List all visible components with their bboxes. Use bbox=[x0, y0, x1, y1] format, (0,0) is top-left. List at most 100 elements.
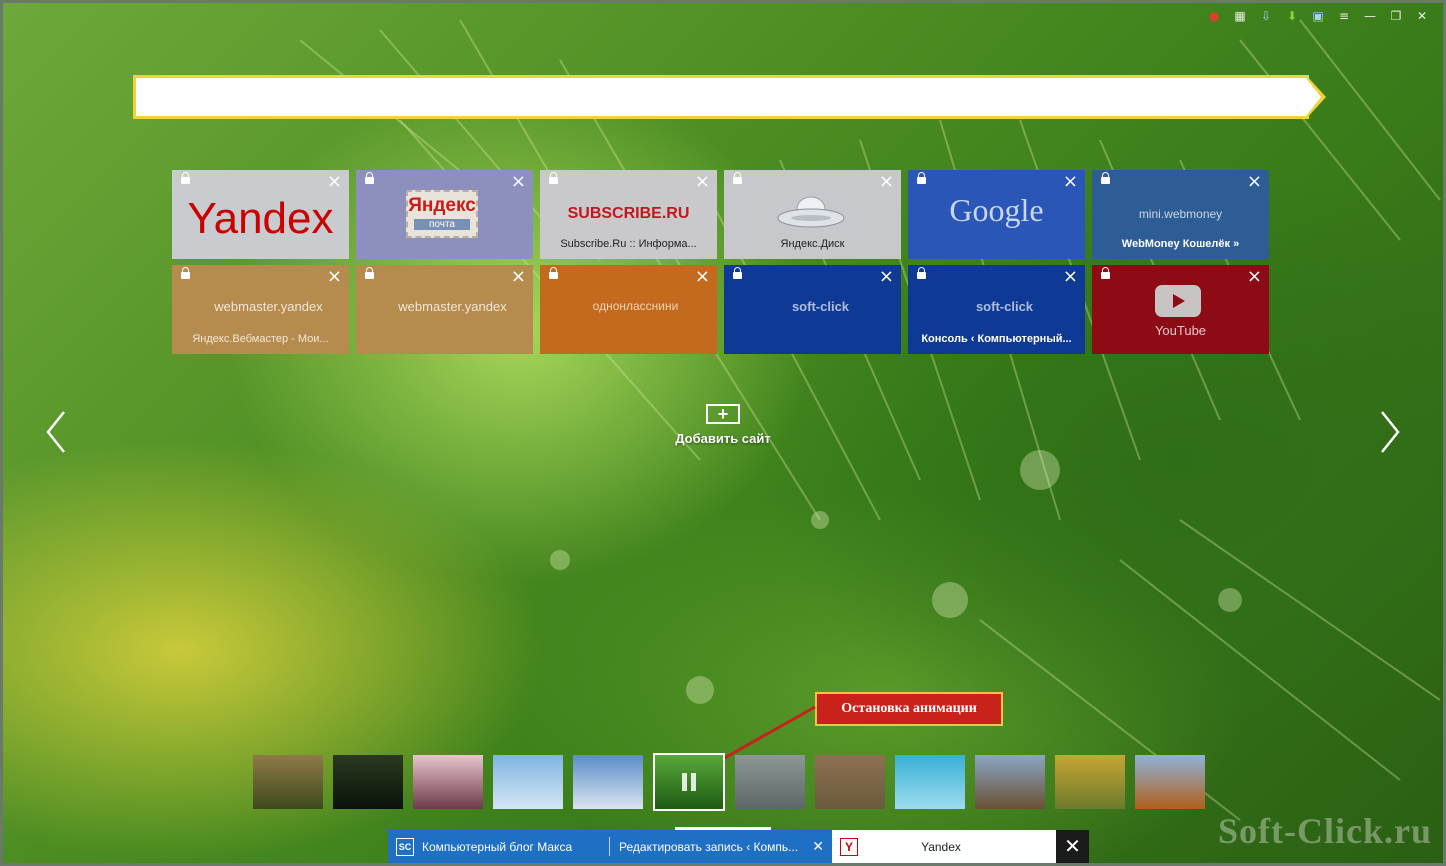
tile-subscribe[interactable]: × SUBSCRIBE.RU Subscribe.Ru :: Информа..… bbox=[540, 170, 717, 259]
restore-icon[interactable]: ❐ bbox=[1388, 8, 1404, 24]
yandex-icon: Y bbox=[840, 837, 858, 856]
lock-icon[interactable] bbox=[1101, 172, 1110, 184]
search-input[interactable] bbox=[136, 78, 1309, 116]
image-icon[interactable]: ▣ bbox=[1310, 8, 1326, 24]
tab-bar: SC Компьютерный блог Макса Редактировать… bbox=[388, 830, 1089, 863]
lock-icon[interactable] bbox=[549, 172, 558, 184]
tile-subtitle: Консоль ‹ Компьютерный... bbox=[921, 333, 1072, 345]
annotation-callout: Остановка анимации bbox=[815, 692, 1003, 726]
tab-edit-post[interactable]: Редактировать запись ‹ Компь... ✕ bbox=[610, 830, 832, 863]
thumbnail-cyan-sea[interactable] bbox=[895, 755, 965, 809]
reader-icon[interactable]: ▦ bbox=[1232, 8, 1248, 24]
search-submit-arrow-inner bbox=[1306, 78, 1321, 116]
tile-subtitle: Яндекс.Диск bbox=[780, 238, 845, 250]
download-arrow-icon[interactable]: ⬇ bbox=[1284, 8, 1300, 24]
tile-youtube[interactable]: × YouTube bbox=[1092, 265, 1269, 354]
tile-title: YouTube bbox=[1154, 323, 1207, 338]
thumbnail-rain-glass[interactable] bbox=[735, 755, 805, 809]
tile-title: webmaster.yandex bbox=[214, 299, 323, 314]
tile-odnoklassniki[interactable]: × однонласснини bbox=[540, 265, 717, 354]
search-bar bbox=[133, 75, 1309, 119]
tile-title: soft-click bbox=[975, 299, 1034, 314]
close-icon[interactable]: × bbox=[511, 173, 526, 191]
tile-title: Яндекс bbox=[408, 195, 476, 216]
lock-icon[interactable] bbox=[365, 172, 374, 184]
soft-click-icon: SC bbox=[396, 837, 414, 856]
close-icon[interactable]: × bbox=[1063, 268, 1078, 286]
lock-icon[interactable] bbox=[1101, 267, 1110, 279]
tab-yandex[interactable]: Y Yandex bbox=[832, 830, 1056, 863]
thumbnail-blue-sky[interactable] bbox=[493, 755, 563, 809]
close-icon[interactable]: × bbox=[327, 268, 342, 286]
tile-subtitle: WebMoney Кошелёк » bbox=[1121, 238, 1240, 250]
lock-icon[interactable] bbox=[365, 267, 374, 279]
close-icon[interactable]: × bbox=[327, 173, 342, 191]
close-all-tabs-button[interactable]: ✕ bbox=[1056, 830, 1089, 863]
tab-label: Компьютерный блог Макса bbox=[422, 839, 573, 854]
tile-title: однонласснини bbox=[592, 299, 679, 313]
lock-icon[interactable] bbox=[733, 172, 742, 184]
tile-title: soft-click bbox=[791, 299, 850, 314]
lock-icon[interactable] bbox=[917, 267, 926, 279]
tile-google[interactable]: × Google bbox=[908, 170, 1085, 259]
tile-webmaster-1[interactable]: × webmaster.yandex Яндекс.Вебмастер - Мо… bbox=[172, 265, 349, 354]
tile-webmoney[interactable]: × mini.webmoney WebMoney Кошелёк » bbox=[1092, 170, 1269, 259]
tab-close-icon[interactable]: ✕ bbox=[812, 839, 824, 855]
close-icon[interactable]: × bbox=[695, 173, 710, 191]
thumbnail-autumn-forest[interactable] bbox=[253, 755, 323, 809]
close-icon[interactable]: × bbox=[1247, 268, 1262, 286]
close-icon[interactable]: × bbox=[695, 268, 710, 286]
tile-title: SUBSCRIBE.RU bbox=[567, 205, 690, 222]
tile-badge: почта bbox=[414, 219, 470, 230]
add-site-label: Добавить сайт bbox=[675, 431, 771, 446]
tile-subtitle: Subscribe.Ru :: Информа... bbox=[560, 238, 697, 250]
background-picker bbox=[253, 753, 1205, 811]
tile-yandex[interactable]: × Yandex bbox=[172, 170, 349, 259]
adblock-icon[interactable]: ● bbox=[1206, 8, 1222, 24]
thumbnail-dry-grass[interactable] bbox=[815, 755, 885, 809]
tile-title: webmaster.yandex bbox=[398, 299, 507, 314]
lock-icon[interactable] bbox=[549, 267, 558, 279]
minimize-icon[interactable]: — bbox=[1362, 8, 1378, 24]
close-icon[interactable]: × bbox=[879, 173, 894, 191]
tab-label: Yandex bbox=[921, 839, 961, 854]
thumbnail-dark-forest[interactable] bbox=[333, 755, 403, 809]
close-icon[interactable]: × bbox=[511, 268, 526, 286]
tile-yandex-disk[interactable]: × Яндекс.Диск bbox=[724, 170, 901, 259]
tile-yandex-mail[interactable]: × Яндекс почта bbox=[356, 170, 533, 259]
close-icon[interactable]: × bbox=[879, 268, 894, 286]
pause-animation-icon[interactable] bbox=[682, 773, 696, 791]
speed-dial-grid: × Yandex × Яндекс почта × SUBSCRIBE.RU S… bbox=[172, 170, 1269, 354]
close-icon[interactable]: × bbox=[1247, 173, 1262, 191]
close-icon[interactable]: ✕ bbox=[1414, 8, 1430, 24]
add-site-button[interactable]: + Добавить сайт bbox=[673, 404, 773, 446]
download-manager-icon[interactable]: ⇩ bbox=[1258, 8, 1274, 24]
plus-icon: + bbox=[706, 404, 740, 424]
tile-soft-click-1[interactable]: × soft-click bbox=[724, 265, 901, 354]
thumbnail-green-pine-active[interactable] bbox=[653, 753, 725, 811]
tile-title: mini.webmoney bbox=[1138, 207, 1223, 221]
thumbnail-mountain-lake[interactable] bbox=[975, 755, 1045, 809]
lock-icon[interactable] bbox=[181, 172, 190, 184]
lock-icon[interactable] bbox=[181, 267, 190, 279]
tile-title: Yandex bbox=[187, 194, 334, 243]
tile-title: Google bbox=[949, 192, 1044, 228]
watermark: Soft-Click.ru bbox=[1218, 811, 1432, 851]
tab-computer-blog[interactable]: SC Компьютерный блог Макса bbox=[388, 830, 610, 863]
next-page-arrow-icon[interactable] bbox=[1378, 410, 1402, 454]
close-icon[interactable]: × bbox=[1063, 173, 1078, 191]
thumbnail-golden-field[interactable] bbox=[1055, 755, 1125, 809]
ufo-icon bbox=[777, 196, 845, 228]
thumbnail-clouds-hills[interactable] bbox=[573, 755, 643, 809]
thumbnail-cherry-blossom[interactable] bbox=[413, 755, 483, 809]
youtube-play-icon bbox=[1155, 285, 1201, 317]
menu-icon[interactable]: ≡ bbox=[1336, 8, 1352, 24]
mail-stamp: Яндекс почта bbox=[406, 190, 478, 238]
lock-icon[interactable] bbox=[733, 267, 742, 279]
prev-page-arrow-icon[interactable] bbox=[44, 410, 68, 454]
tile-subtitle: Яндекс.Вебмастер - Мои... bbox=[192, 333, 329, 345]
thumbnail-autumn-mountain[interactable] bbox=[1135, 755, 1205, 809]
tile-webmaster-2[interactable]: × webmaster.yandex bbox=[356, 265, 533, 354]
tile-soft-click-2[interactable]: × soft-click Консоль ‹ Компьютерный... bbox=[908, 265, 1085, 354]
lock-icon[interactable] bbox=[917, 172, 926, 184]
